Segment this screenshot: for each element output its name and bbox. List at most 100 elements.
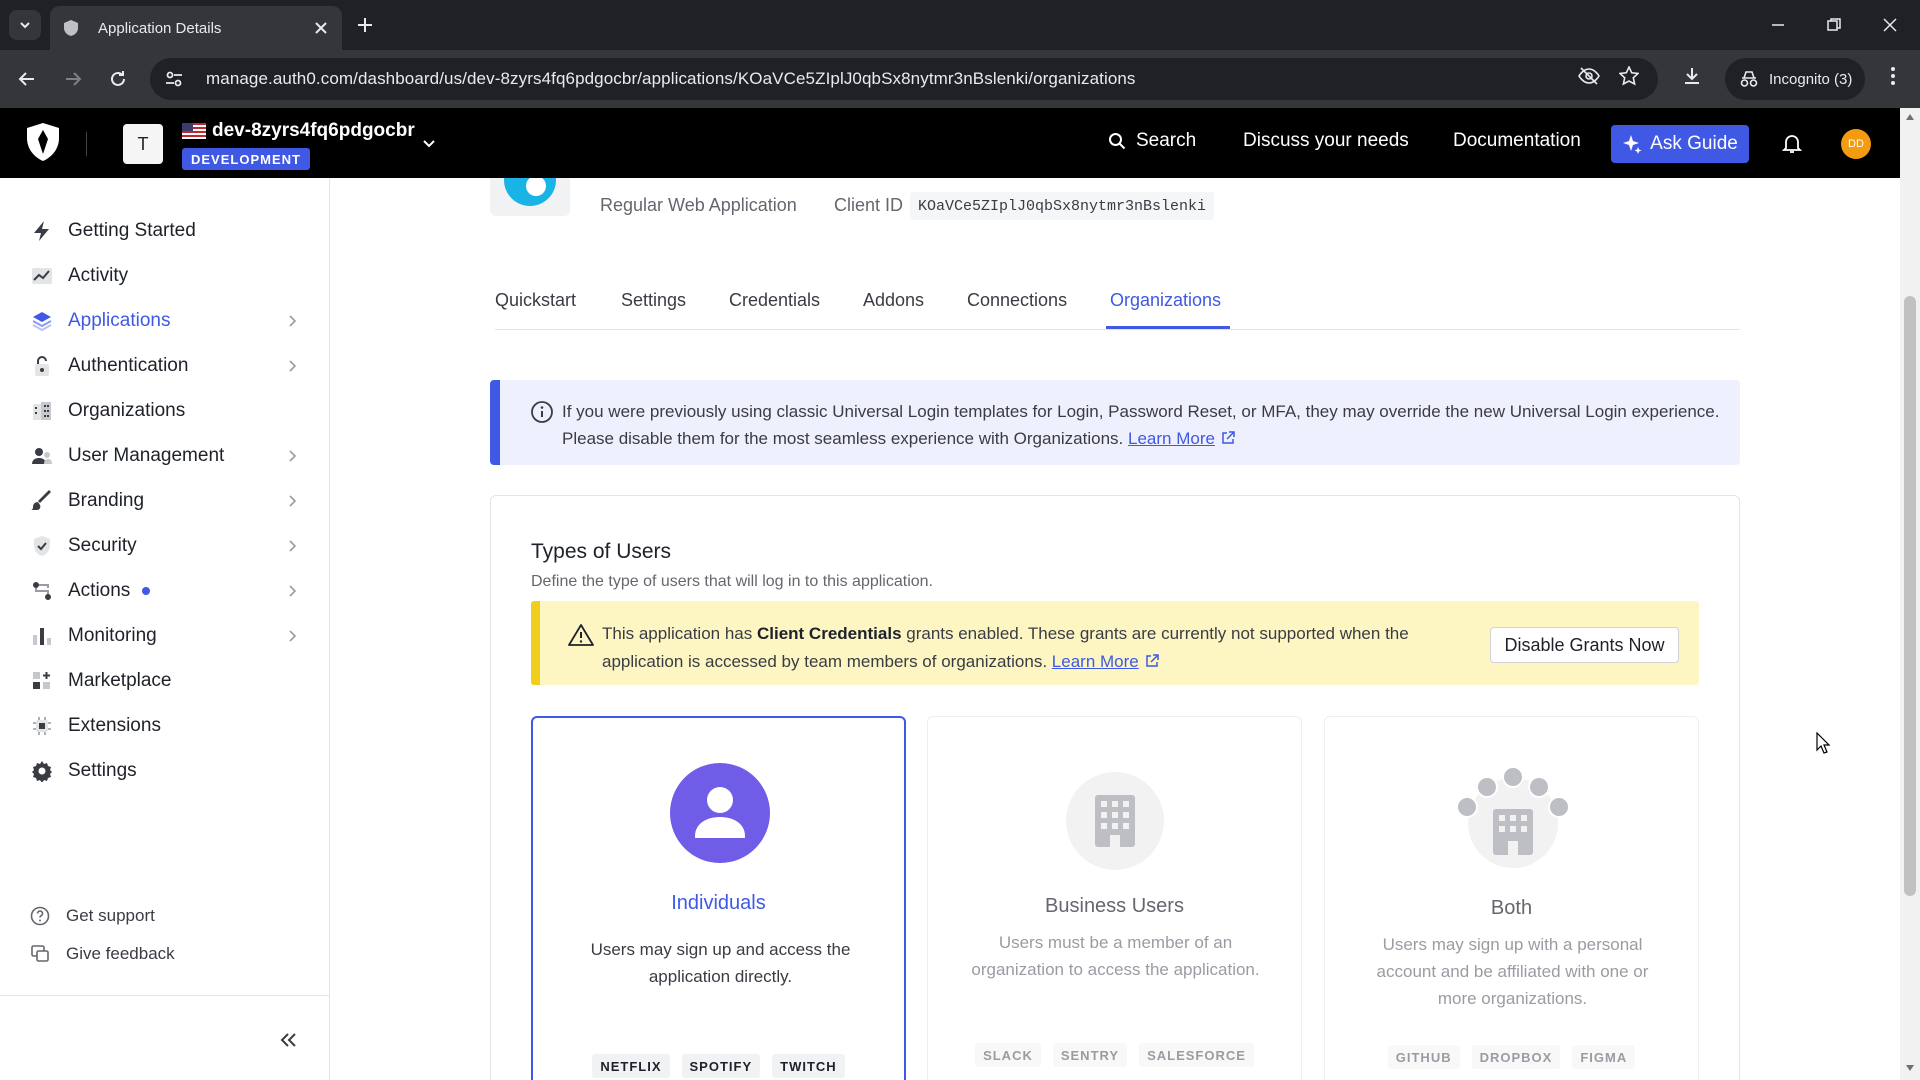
reload-button[interactable] <box>103 64 133 94</box>
docs-label: Documentation <box>1453 130 1581 151</box>
scroll-down-arrow-icon[interactable] <box>1905 1064 1915 1072</box>
user-type-business-users[interactable]: Business Users Users must be a member of… <box>927 716 1302 1080</box>
tab-organizations[interactable]: Organizations <box>1110 290 1221 330</box>
tab-search-button[interactable] <box>9 10 41 40</box>
sidebar-item-marketplace[interactable]: Marketplace <box>0 661 330 701</box>
close-icon[interactable] <box>312 19 330 37</box>
more-vertical-icon <box>1891 67 1895 85</box>
help-circle-icon <box>30 906 50 926</box>
sidebar-item-label: Getting Started <box>68 220 196 241</box>
window-close-button[interactable] <box>1876 12 1904 38</box>
disable-grants-button[interactable]: Disable Grants Now <box>1490 627 1679 663</box>
warning-text-pre: This application has <box>602 624 757 643</box>
arrow-left-icon <box>18 72 34 86</box>
mouse-cursor-icon <box>1816 732 1830 754</box>
sidebar-item-extensions[interactable]: Extensions <box>0 706 330 746</box>
restore-button[interactable] <box>1820 12 1848 38</box>
collapse-sidebar-icon[interactable] <box>276 1028 300 1052</box>
lock-icon <box>30 354 54 378</box>
chevron-right-icon <box>289 360 297 372</box>
chevron-right-icon <box>289 315 297 327</box>
tab-title: Application Details <box>98 19 222 37</box>
restore-icon <box>1827 18 1841 31</box>
example-tag: SALESFORCE <box>1139 1043 1254 1067</box>
arrow-right-icon <box>66 72 82 86</box>
sidebar-item-label: Monitoring <box>68 625 157 646</box>
info-learn-more-link[interactable]: Learn More <box>1128 429 1215 448</box>
feedback-icon <box>31 945 49 962</box>
user-avatar[interactable]: DD <box>1841 129 1871 159</box>
sidebar-item-security[interactable]: Security <box>0 526 330 566</box>
example-tag: FIGMA <box>1572 1045 1636 1069</box>
new-tab-button[interactable] <box>352 12 378 38</box>
search-icon <box>1109 133 1126 150</box>
sidebar-item-authentication[interactable]: Authentication <box>0 346 330 386</box>
example-tag: NETFLIX <box>592 1054 670 1078</box>
user-type-individuals[interactable]: Individuals Users may sign up and access… <box>531 716 906 1080</box>
scrollbar-thumb[interactable] <box>1904 296 1916 896</box>
tenant-avatar[interactable]: T <box>123 124 163 164</box>
option-example-tags: GITHUB DROPBOX FIGMA <box>1325 1045 1698 1069</box>
bell-icon[interactable] <box>1781 132 1803 154</box>
chevron-down-icon[interactable] <box>420 134 438 152</box>
tab-addons[interactable]: Addons <box>863 290 924 330</box>
sidebar-item-getting-started[interactable]: Getting Started <box>0 211 330 251</box>
discuss-needs-link[interactable]: Discuss your needs <box>1243 130 1409 152</box>
sidebar-item-label: Marketplace <box>68 670 172 691</box>
search-button[interactable]: Search <box>1108 130 1196 152</box>
plus-icon <box>358 18 372 32</box>
chevron-right-icon <box>289 585 297 597</box>
environment-badge: DEVELOPMENT <box>182 148 310 170</box>
building-with-users-icon <box>1456 766 1570 868</box>
incognito-indicator[interactable]: Incognito (3) <box>1725 58 1865 100</box>
bookmark-button[interactable] <box>1614 61 1644 91</box>
sidebar-item-user-management[interactable]: User Management <box>0 436 330 476</box>
auth0-logo-icon[interactable] <box>24 122 62 162</box>
star-icon <box>1619 66 1639 86</box>
option-description: Users may sign up with a personal accoun… <box>1376 935 1649 1008</box>
sidebar-item-settings[interactable]: Settings <box>0 751 330 791</box>
reload-icon <box>111 71 125 86</box>
browser-menu-button[interactable] <box>1878 61 1908 91</box>
warning-triangle-icon <box>568 624 594 646</box>
url-text[interactable]: manage.auth0.com/dashboard/us/dev-8zyrs4… <box>206 69 1136 89</box>
site-info-icon[interactable] <box>164 69 184 89</box>
client-id-value[interactable]: KOaVCe5ZIplJ0qbSx8nytmr3nBslenki <box>910 192 1215 220</box>
sidebar-item-applications[interactable]: Applications <box>0 301 330 341</box>
search-label: Search <box>1136 130 1197 151</box>
example-tag: SPOTIFY <box>681 1054 761 1078</box>
info-icon <box>531 401 553 423</box>
address-bar[interactable]: manage.auth0.com/dashboard/us/dev-8zyrs4… <box>150 58 1658 100</box>
back-button[interactable] <box>12 64 42 94</box>
auth0-favicon-icon <box>64 20 78 36</box>
chevron-right-icon <box>289 630 297 642</box>
tab-settings[interactable]: Settings <box>621 290 686 330</box>
us-flag-icon <box>182 123 206 139</box>
tenant-switcher[interactable]: dev-8zyrs4fq6pdgocbr <box>182 120 415 142</box>
tracking-protection-button[interactable] <box>1574 61 1604 91</box>
sidebar-item-actions[interactable]: Actions <box>0 571 330 611</box>
get-support-link[interactable]: Get support <box>30 906 155 926</box>
sidebar-item-monitoring[interactable]: Monitoring <box>0 616 330 656</box>
application-tabs: Quickstart Settings Credentials Addons C… <box>495 282 1740 330</box>
scroll-up-arrow-icon[interactable] <box>1905 113 1915 121</box>
tab-quickstart[interactable]: Quickstart <box>495 290 576 330</box>
sidebar-item-activity[interactable]: Activity <box>0 256 330 296</box>
tab-connections[interactable]: Connections <box>967 290 1067 330</box>
sidebar-item-organizations[interactable]: Organizations <box>0 391 330 431</box>
tab-credentials[interactable]: Credentials <box>729 290 820 330</box>
warning-learn-more-link[interactable]: Learn More <box>1052 652 1139 671</box>
minimize-button[interactable] <box>1764 12 1792 38</box>
browser-tab-active[interactable]: Application Details <box>50 6 342 50</box>
sidebar-item-label: Authentication <box>68 355 189 376</box>
documentation-link[interactable]: Documentation <box>1453 130 1581 152</box>
forward-button[interactable] <box>58 64 88 94</box>
downloads-button[interactable] <box>1677 61 1707 91</box>
ask-guide-button[interactable]: Ask Guide <box>1611 125 1749 163</box>
sidebar-item-branding[interactable]: Branding <box>0 481 330 521</box>
minimize-icon <box>1772 24 1784 26</box>
user-type-both[interactable]: Both Users may sign up with a personal a… <box>1324 716 1699 1080</box>
sidebar-item-label: Organizations <box>68 400 186 421</box>
give-feedback-link[interactable]: Give feedback <box>30 944 175 964</box>
active-tab-indicator <box>1106 326 1230 329</box>
